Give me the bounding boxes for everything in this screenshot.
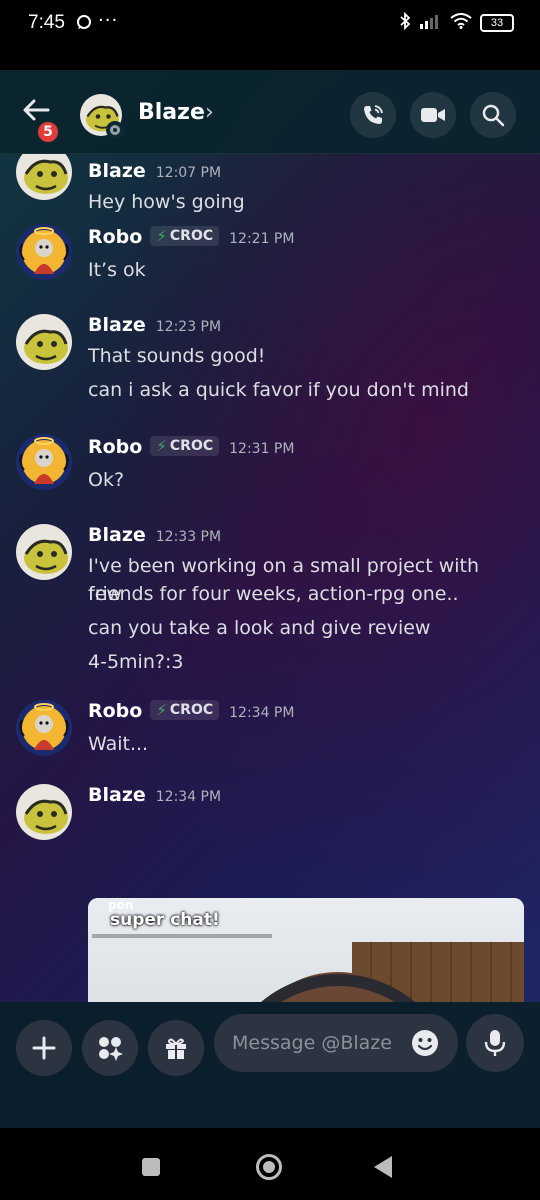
add-attachment-button[interactable] <box>16 1020 72 1076</box>
robo-avatar[interactable] <box>16 700 72 756</box>
message-text: can you take a look and give review <box>88 617 431 639</box>
message-author[interactable]: Blaze 12:07 PM <box>88 160 221 182</box>
guild-tag[interactable]: ⚡ CROC <box>150 226 220 246</box>
status-time: 7:45 <box>28 12 65 33</box>
image-attachment[interactable]: pon super chat! <box>88 898 524 1002</box>
plus-icon <box>32 1036 56 1060</box>
guild-tag[interactable]: ⚡ CROC <box>150 700 220 720</box>
chat-notification-icon <box>76 14 92 34</box>
chat-header: 5 Blaze › <box>0 70 540 154</box>
guild-tag-label: CROC <box>169 702 214 718</box>
message-time: 12:33 PM <box>155 529 222 545</box>
microphone-icon <box>484 1030 506 1056</box>
message-time: 12:23 PM <box>155 319 222 335</box>
robo-avatar[interactable] <box>16 434 72 490</box>
message-list[interactable]: Blaze 12:07 PM Hey how's going Robo ⚡ CROC 1… <box>0 154 540 1002</box>
message-author[interactable]: Robo ⚡ CROC 12:21 PM <box>88 226 294 248</box>
author-name[interactable]: Robo <box>88 700 142 722</box>
status-right-group: 33 <box>398 11 514 34</box>
guild-tag[interactable]: ⚡ CROC <box>150 436 220 456</box>
author-name[interactable]: Robo <box>88 436 142 458</box>
signal-icon <box>420 13 442 33</box>
dm-screen: 5 Blaze › Blaze 12:07 PM Hey how's going <box>0 70 540 1128</box>
video-call-button[interactable] <box>410 92 456 138</box>
author-name[interactable]: Blaze <box>88 784 146 806</box>
author-name[interactable]: Robo <box>88 226 142 248</box>
message-text: Hey how's going <box>88 191 245 213</box>
blaze-avatar[interactable] <box>16 314 72 370</box>
apps-sparkle-icon <box>99 1037 123 1061</box>
robo-avatar[interactable] <box>16 224 72 280</box>
message-text: Wait... <box>88 733 149 755</box>
message-composer: Message @Blaze <box>0 1002 540 1128</box>
smiley-icon <box>412 1030 438 1056</box>
back-nav-button[interactable] <box>374 1156 392 1178</box>
phone-call-icon <box>364 105 383 124</box>
chevron-right-icon[interactable]: › <box>205 100 214 125</box>
message-author[interactable]: Blaze 12:34 PM <box>88 784 221 806</box>
wifi-icon <box>450 13 472 33</box>
apps-button[interactable] <box>82 1020 138 1076</box>
lightning-icon: ⚡ <box>156 437 167 455</box>
message-author[interactable]: Robo ⚡ CROC 12:31 PM <box>88 436 294 458</box>
message-author[interactable]: Blaze 12:23 PM <box>88 314 221 336</box>
message-author[interactable]: Blaze 12:33 PM <box>88 524 221 546</box>
message-time: 12:34 PM <box>229 705 295 721</box>
message-author[interactable]: Robo ⚡ CROC 12:34 PM <box>88 700 294 722</box>
gift-icon <box>166 1038 186 1059</box>
guild-tag-label: CROC <box>169 228 214 244</box>
gift-button[interactable] <box>148 1020 204 1076</box>
author-name[interactable]: Blaze <box>88 524 146 546</box>
unread-badge: 5 <box>36 120 60 144</box>
guild-tag-label: CROC <box>169 438 214 454</box>
message-time: 12:07 PM <box>155 165 222 181</box>
more-notifications-icon: ··· <box>98 10 119 31</box>
search-button[interactable] <box>470 92 516 138</box>
image-subtitle-strip <box>92 934 272 938</box>
message-text: It’s ok <box>88 259 146 281</box>
author-name[interactable]: Blaze <box>88 160 146 182</box>
blaze-avatar[interactable] <box>16 784 72 840</box>
battery-indicator: 33 <box>480 14 514 32</box>
recents-button[interactable] <box>142 1158 160 1176</box>
home-button[interactable] <box>256 1154 282 1180</box>
video-camera-icon <box>421 108 445 122</box>
search-icon <box>482 104 505 127</box>
message-text: friends for four weeks, action-rpg one.. <box>88 583 459 605</box>
lightning-icon: ⚡ <box>156 701 167 719</box>
bluetooth-icon <box>398 11 412 34</box>
presence-indicator <box>106 121 124 139</box>
message-time: 12:31 PM <box>229 441 295 457</box>
blaze-avatar[interactable] <box>16 154 72 200</box>
voice-message-button[interactable] <box>466 1014 524 1072</box>
voice-call-button[interactable] <box>350 92 396 138</box>
message-time: 12:34 PM <box>155 789 222 805</box>
message-text: That sounds good! <box>88 345 266 367</box>
contact-name[interactable]: Blaze <box>138 100 205 125</box>
author-name[interactable]: Blaze <box>88 314 146 336</box>
message-time: 12:21 PM <box>229 231 295 247</box>
system-nav-bar <box>0 1128 540 1200</box>
emoji-button[interactable] <box>410 1028 440 1058</box>
message-text: can i ask a quick favor if you don't min… <box>88 379 469 401</box>
message-text: 4-5min?:3 <box>88 651 184 673</box>
blaze-avatar[interactable] <box>16 524 72 580</box>
lightning-icon: ⚡ <box>156 227 167 245</box>
image-caption: super chat! <box>110 910 220 930</box>
status-bar: 7:45 ··· 33 <box>0 0 540 70</box>
message-text: Ok? <box>88 469 125 491</box>
